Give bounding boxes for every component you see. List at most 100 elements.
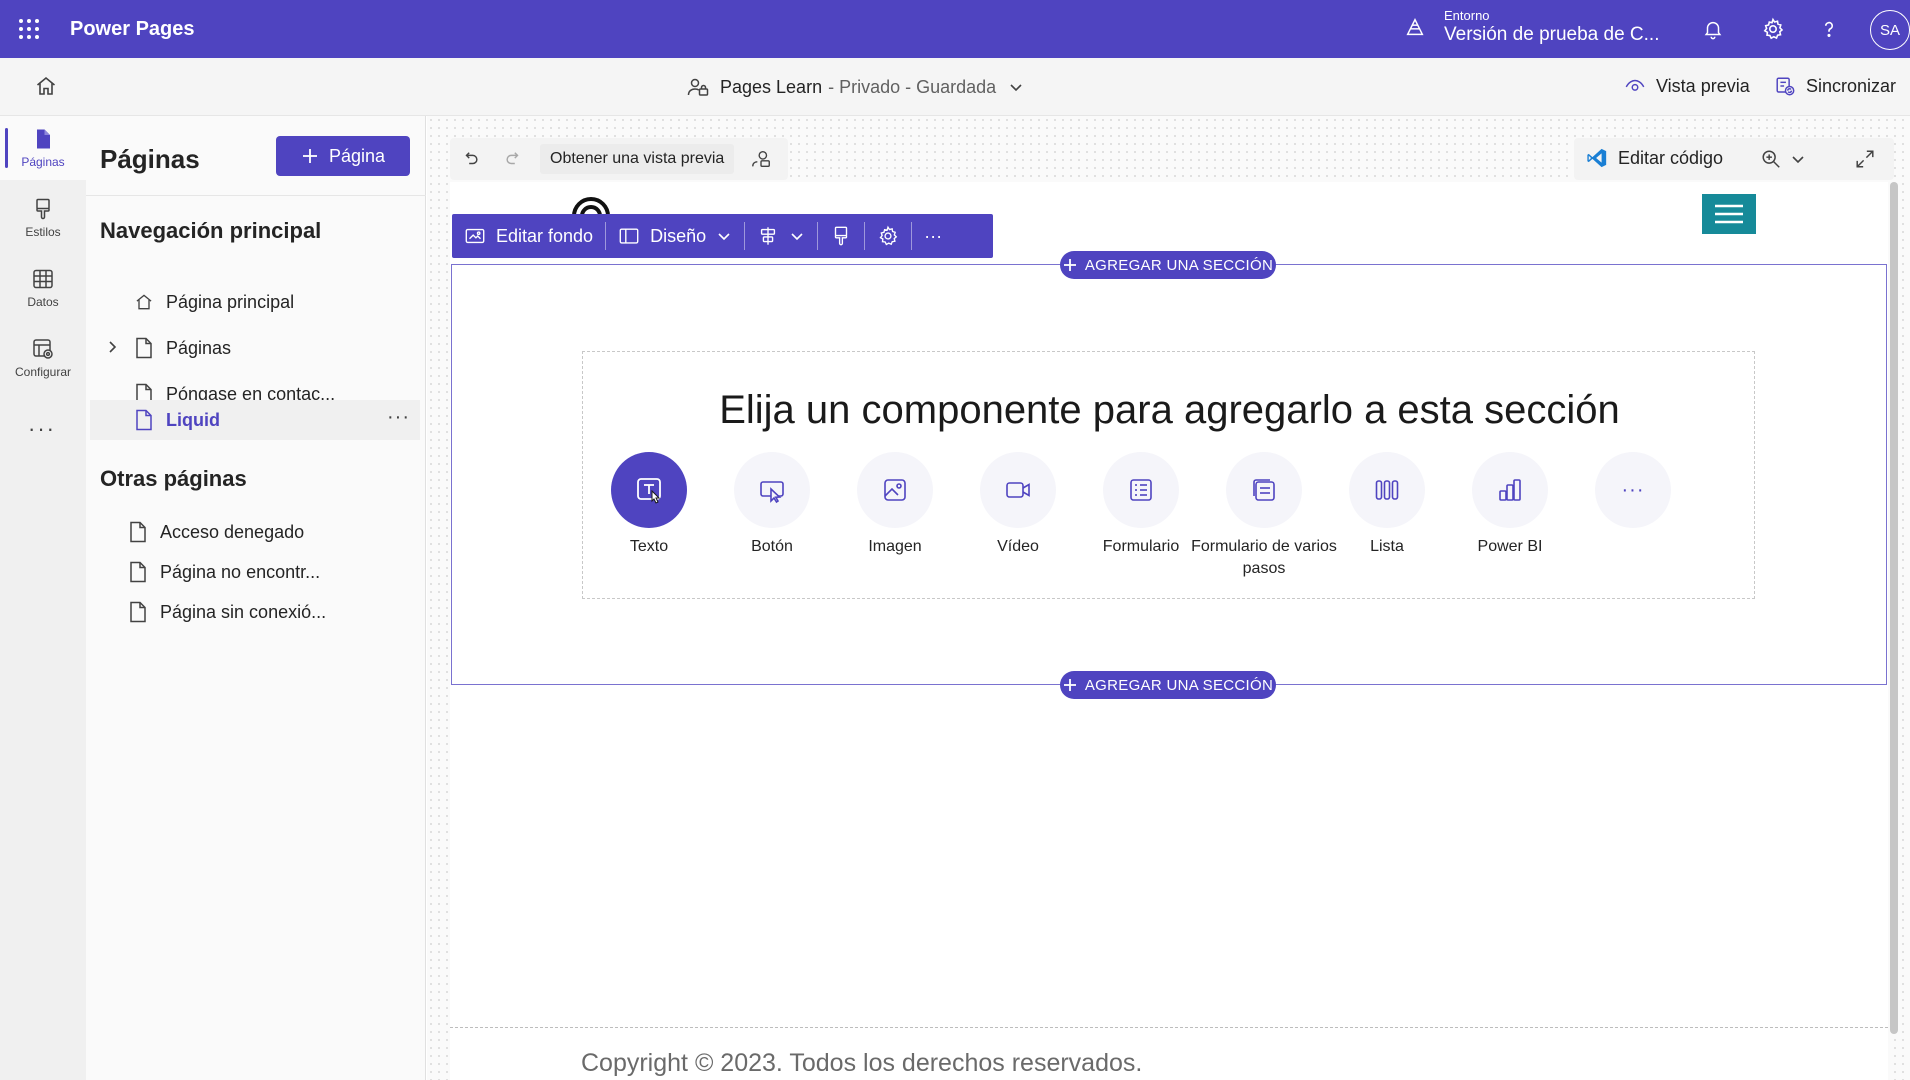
list-icon bbox=[1349, 452, 1425, 528]
section-more-button[interactable]: ··· bbox=[912, 214, 954, 258]
preview-label: Vista previa bbox=[1656, 75, 1750, 96]
powerbi-icon bbox=[1472, 452, 1548, 528]
edit-background-label: Editar fondo bbox=[496, 225, 594, 246]
picker-title: Elija un componente para agregarlo a est… bbox=[719, 388, 1620, 432]
sync-button[interactable]: Sincronizar bbox=[1774, 75, 1896, 97]
layout-icon bbox=[618, 225, 640, 247]
alignment-button[interactable] bbox=[745, 214, 817, 258]
user-avatar[interactable]: SA bbox=[1870, 10, 1910, 50]
more-options-button[interactable]: ··· bbox=[387, 406, 410, 429]
help-icon[interactable] bbox=[1814, 14, 1844, 44]
scrollbar-thumb[interactable] bbox=[1890, 182, 1898, 1034]
rail-label: Páginas bbox=[21, 155, 65, 169]
undo-icon[interactable] bbox=[450, 138, 492, 180]
chevron-right-icon[interactable] bbox=[104, 339, 120, 355]
brush-icon bbox=[31, 197, 55, 221]
page-icon bbox=[31, 127, 55, 151]
vscode-icon bbox=[1586, 147, 1608, 169]
settings-grid-icon bbox=[31, 337, 55, 361]
home-icon[interactable] bbox=[34, 74, 58, 98]
section-toolbar: Editar fondo Diseño ··· bbox=[452, 214, 993, 258]
rail-item-data[interactable]: Datos bbox=[0, 256, 86, 320]
align-icon bbox=[757, 225, 779, 247]
button-icon bbox=[734, 452, 810, 528]
nav-item-home[interactable]: Página principal bbox=[90, 282, 420, 322]
redo-icon[interactable] bbox=[492, 138, 534, 180]
notifications-icon[interactable] bbox=[1698, 14, 1728, 44]
settings-gear-icon[interactable] bbox=[1758, 14, 1788, 44]
environment-value: Versión de prueba de C... bbox=[1444, 24, 1660, 45]
nav-item-label: Liquid bbox=[166, 410, 220, 430]
nav-item-not-found[interactable]: Página no encontr... bbox=[90, 552, 420, 592]
nav-item-liquid-row[interactable]: Liquid ··· bbox=[90, 400, 420, 440]
app-launcher-icon[interactable] bbox=[0, 0, 58, 58]
rail-more-button[interactable]: ··· bbox=[28, 416, 56, 442]
background-icon bbox=[464, 225, 486, 247]
more-horizontal-icon: ··· bbox=[1595, 452, 1671, 528]
site-name: Pages Learn bbox=[720, 76, 823, 97]
chevron-down-icon bbox=[716, 228, 732, 244]
text-icon bbox=[611, 452, 687, 528]
footer-copyright: Copyright © 2023. Todos los derechos res… bbox=[581, 1049, 1143, 1077]
add-section-button-bottom[interactable]: AGREGAR UNA SECCIÓN bbox=[1060, 671, 1276, 699]
site-selector[interactable]: Pages Learn - Privado - Guardada bbox=[686, 75, 1024, 99]
page-icon bbox=[128, 601, 148, 623]
rail-item-pages[interactable]: Páginas bbox=[0, 116, 86, 180]
nav-item-label: Página principal bbox=[166, 292, 295, 312]
command-bar: Pages Learn - Privado - Guardada Vista p… bbox=[0, 58, 1910, 116]
footer-divider bbox=[450, 1027, 1888, 1028]
add-section-label: AGREGAR UNA SECCIÓN bbox=[1084, 676, 1274, 694]
zoom-in-icon bbox=[1760, 148, 1782, 170]
environment-picker[interactable]: Entorno Versión de prueba de C... bbox=[1404, 8, 1659, 46]
get-preview-button[interactable]: Obtener una vista previa bbox=[540, 144, 735, 174]
gear-icon bbox=[877, 225, 899, 247]
rail-item-styles[interactable]: Estilos bbox=[0, 186, 86, 250]
style-button[interactable] bbox=[818, 214, 864, 258]
multistep-form-icon bbox=[1226, 452, 1302, 528]
rail-item-configure[interactable]: Configurar bbox=[0, 326, 86, 390]
edit-code-label: Editar código bbox=[1618, 147, 1724, 168]
sync-label: Sincronizar bbox=[1806, 75, 1897, 96]
image-icon bbox=[857, 452, 933, 528]
preview-button[interactable]: Vista previa bbox=[1624, 75, 1750, 97]
page-icon bbox=[134, 409, 154, 431]
page-icon bbox=[128, 561, 148, 583]
nav-item-access-denied[interactable]: Acceso denegado bbox=[90, 512, 420, 552]
rail-label: Estilos bbox=[25, 225, 61, 239]
site-users-icon bbox=[686, 75, 710, 99]
section-settings-button[interactable] bbox=[865, 214, 911, 258]
add-page-label: Página bbox=[328, 145, 386, 166]
page-icon bbox=[134, 337, 154, 359]
component-label: Power BI bbox=[1477, 538, 1543, 555]
pages-panel: Páginas Página Navegación principal Pági… bbox=[86, 116, 426, 1080]
table-icon bbox=[31, 267, 55, 291]
top-bar: Power Pages Entorno Versión de prueba de… bbox=[0, 0, 1910, 58]
right-toolbar: Editar código bbox=[1574, 138, 1894, 180]
share-link-icon[interactable] bbox=[740, 138, 782, 180]
edit-background-button[interactable]: Editar fondo bbox=[452, 214, 605, 258]
canvas-scrollbar[interactable] bbox=[1888, 182, 1900, 1034]
plus-icon bbox=[1063, 678, 1077, 692]
eye-icon bbox=[1624, 75, 1646, 97]
layout-label: Diseño bbox=[650, 225, 707, 246]
video-icon bbox=[980, 452, 1056, 528]
panel-title: Páginas bbox=[100, 144, 200, 174]
add-page-button[interactable]: Página bbox=[276, 136, 410, 176]
add-section-button-top[interactable]: AGREGAR UNA SECCIÓN bbox=[1060, 251, 1276, 279]
component-more[interactable]: ··· bbox=[1558, 452, 1708, 528]
chevron-down-icon bbox=[1790, 151, 1806, 167]
expand-icon[interactable] bbox=[1854, 148, 1876, 170]
left-rail: Páginas Estilos Datos Configurar ··· bbox=[0, 116, 86, 1080]
component-picker: Elija un componente para agregarlo a est… bbox=[582, 351, 1755, 599]
main-navigation-title: Navegación principal bbox=[100, 218, 322, 243]
app-name: Power Pages bbox=[70, 17, 195, 40]
layout-button[interactable]: Diseño bbox=[606, 214, 744, 258]
nav-item-offline[interactable]: Página sin conexió... bbox=[90, 592, 420, 632]
hamburger-menu-icon[interactable] bbox=[1702, 194, 1756, 234]
zoom-button[interactable] bbox=[1760, 148, 1806, 170]
nav-item-pages[interactable]: Páginas bbox=[90, 328, 420, 368]
chevron-down-icon bbox=[1008, 79, 1024, 95]
nav-item-label: Acceso denegado bbox=[160, 522, 305, 542]
edit-code-button[interactable]: Editar código bbox=[1586, 147, 1723, 169]
home-icon bbox=[134, 292, 154, 312]
